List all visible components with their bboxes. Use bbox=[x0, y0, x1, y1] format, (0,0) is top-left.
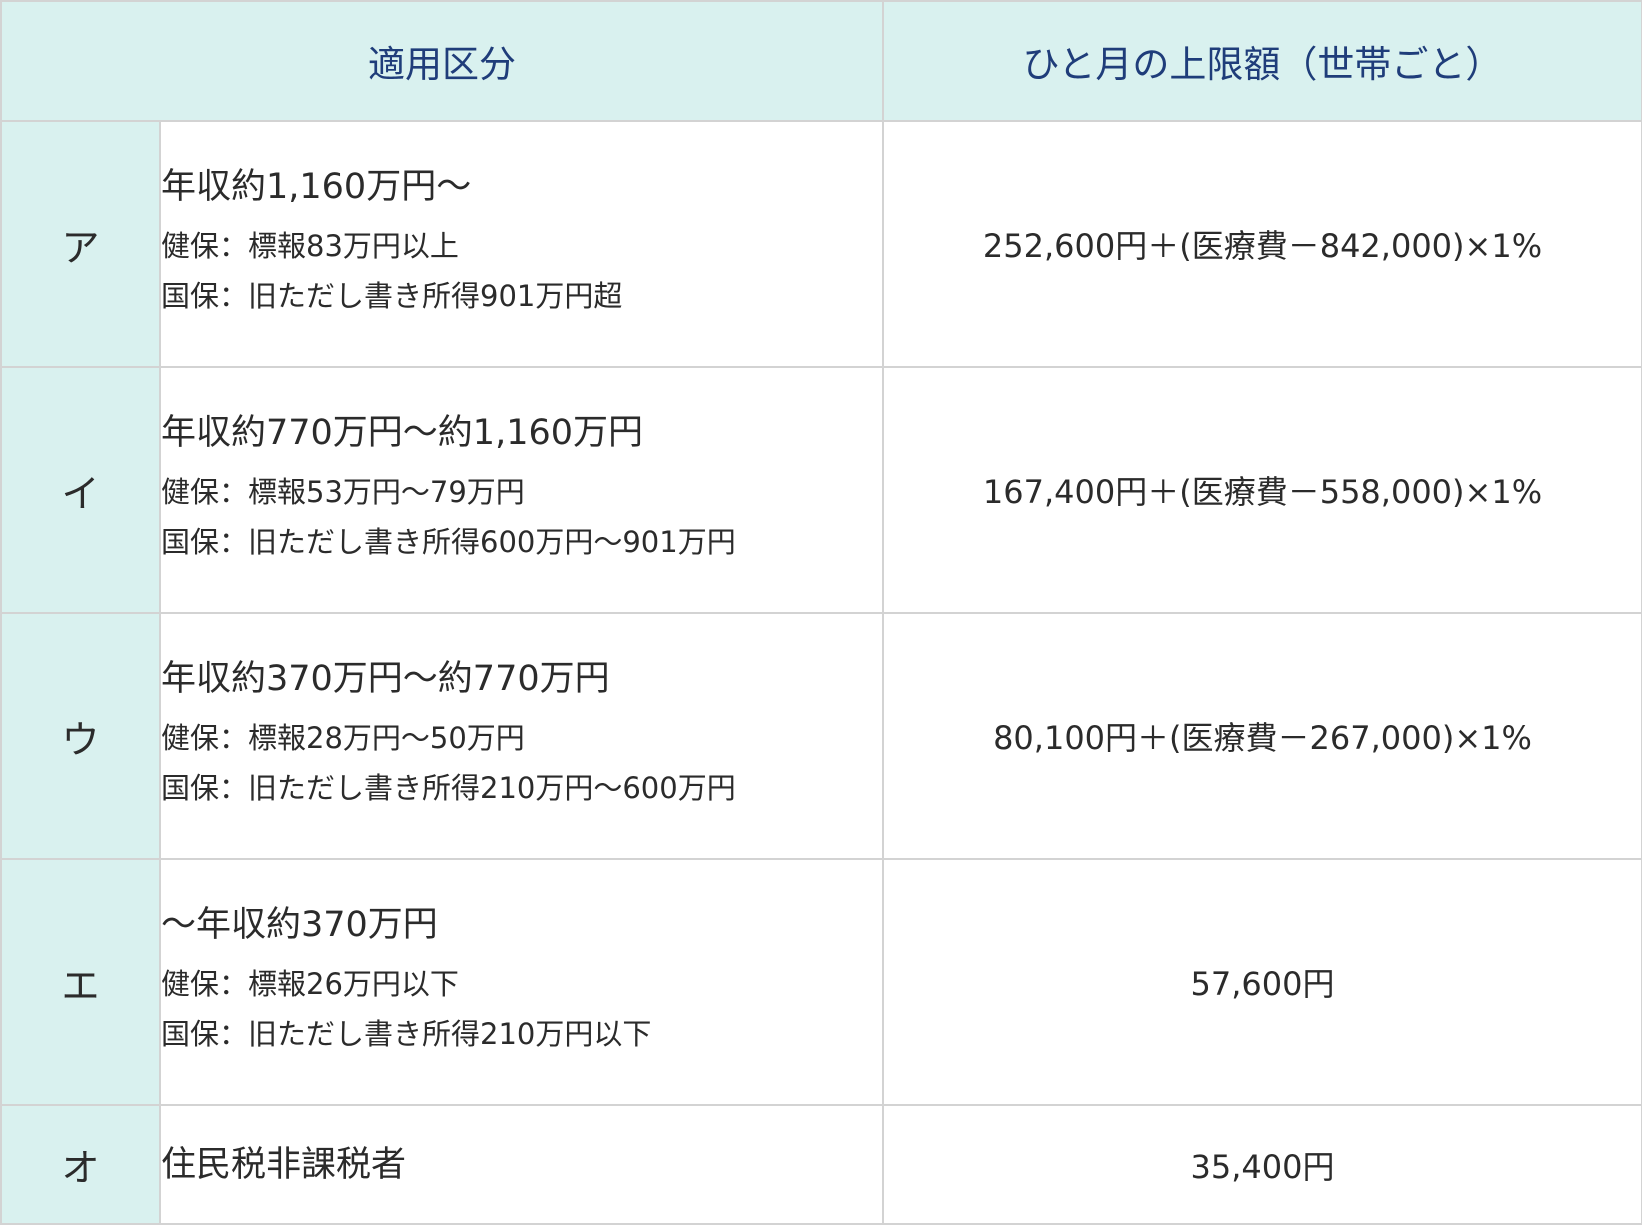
description-cell: 年収約370万円～約770万円 健保：標報28万円～50万円 国保：旧ただし書き… bbox=[159, 612, 884, 860]
category-cell: ウ bbox=[0, 612, 161, 860]
category-cell: ア bbox=[0, 120, 161, 368]
limit-cell: 167,400円＋(医療費－558,000)×1% bbox=[882, 366, 1642, 614]
income-range: 年収約770万円～約1,160万円 bbox=[161, 413, 644, 454]
kokuho-condition: 国保：旧ただし書き所得901万円超 bbox=[161, 279, 623, 313]
kokuho-condition: 国保：旧ただし書き所得600万円～901万円 bbox=[161, 525, 736, 559]
kokuho-condition: 国保：旧ただし書き所得210万円以下 bbox=[161, 1017, 652, 1051]
description-cell: 年収約770万円～約1,160万円 健保：標報53万円～79万円 国保：旧ただし… bbox=[159, 366, 884, 614]
description-cell: ～年収約370万円 健保：標報26万円以下 国保：旧ただし書き所得210万円以下 bbox=[159, 858, 884, 1106]
income-range: 年収約1,160万円～ bbox=[161, 167, 472, 208]
table-row: イ 年収約770万円～約1,160万円 健保：標報53万円～79万円 国保：旧た… bbox=[0, 366, 1642, 614]
kenpo-condition: 健保：標報83万円以上 bbox=[161, 229, 459, 264]
category-header: 適用区分 bbox=[0, 0, 884, 122]
kenpo-condition: 健保：標報53万円～79万円 bbox=[161, 475, 525, 510]
limit-cell: 57,600円 bbox=[882, 858, 1642, 1106]
header-row: 適用区分 ひと月の上限額（世帯ごと） bbox=[0, 0, 1642, 122]
table-row: ウ 年収約370万円～約770万円 健保：標報28万円～50万円 国保：旧ただし… bbox=[0, 612, 1642, 860]
category-cell: イ bbox=[0, 366, 161, 614]
limit-cell: 252,600円＋(医療費－842,000)×1% bbox=[882, 120, 1642, 368]
limit-cell: 35,400円 bbox=[882, 1104, 1642, 1225]
kenpo-condition: 健保：標報28万円～50万円 bbox=[161, 721, 525, 756]
income-limit-table: 適用区分 ひと月の上限額（世帯ごと） ア 年収約1,160万円～ 健保：標報83… bbox=[0, 0, 1642, 1225]
category-cell: エ bbox=[0, 858, 161, 1106]
income-range: 住民税非課税者 bbox=[161, 1144, 407, 1185]
limit-cell: 80,100円＋(医療費－267,000)×1% bbox=[882, 612, 1642, 860]
category-cell: オ bbox=[0, 1104, 161, 1225]
description-cell: 年収約1,160万円～ 健保：標報83万円以上 国保：旧ただし書き所得901万円… bbox=[159, 120, 884, 368]
table-row: エ ～年収約370万円 健保：標報26万円以下 国保：旧ただし書き所得210万円… bbox=[0, 858, 1642, 1106]
table-row: ア 年収約1,160万円～ 健保：標報83万円以上 国保：旧ただし書き所得901… bbox=[0, 120, 1642, 368]
limit-header: ひと月の上限額（世帯ごと） bbox=[882, 0, 1642, 122]
income-range: 年収約370万円～約770万円 bbox=[161, 659, 610, 700]
description-cell: 住民税非課税者 bbox=[159, 1104, 884, 1225]
kenpo-condition: 健保：標報26万円以下 bbox=[161, 967, 459, 1002]
table-row: オ 住民税非課税者 35,400円 bbox=[0, 1104, 1642, 1225]
kokuho-condition: 国保：旧ただし書き所得210万円～600万円 bbox=[161, 771, 736, 805]
income-range: ～年収約370万円 bbox=[161, 905, 438, 946]
